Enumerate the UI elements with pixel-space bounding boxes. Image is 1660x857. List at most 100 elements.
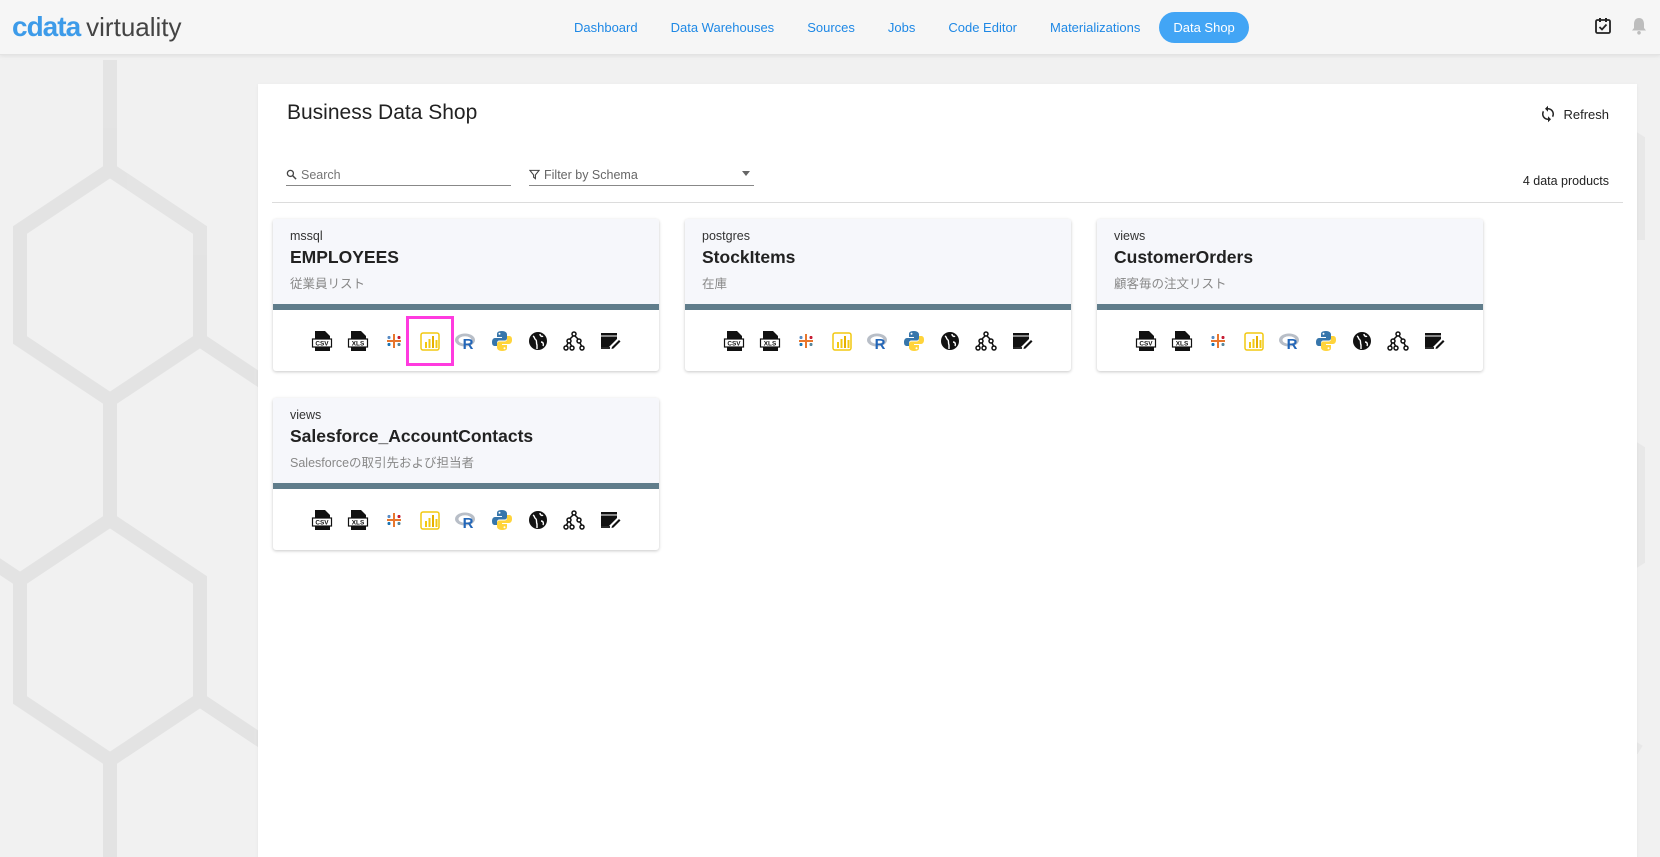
card-description: Salesforceの取引先および担当者 <box>290 456 475 470</box>
csv-export-icon[interactable]: CSV <box>716 323 752 359</box>
nav-jobs[interactable]: Jobs <box>874 12 929 43</box>
svg-text:CSV: CSV <box>315 340 329 347</box>
product-count: 4 data products <box>1522 174 1609 188</box>
notebook-edit-icon[interactable] <box>1416 323 1452 359</box>
search-icon <box>286 169 297 180</box>
web-globe-icon[interactable] <box>520 502 556 538</box>
app-logo[interactable]: cdata virtuality <box>12 11 182 42</box>
xls-export-icon[interactable]: XLS <box>340 502 376 538</box>
python-icon[interactable] <box>1308 323 1344 359</box>
r-language-icon[interactable]: R <box>860 323 896 359</box>
svg-text:R: R <box>463 336 474 351</box>
card-title: StockItems <box>702 247 796 267</box>
csv-export-icon[interactable]: CSV <box>304 502 340 538</box>
card-title: Salesforce_AccountContacts <box>290 426 534 446</box>
card-header: mssql EMPLOYEES 従業員リスト <box>273 219 659 304</box>
product-card-stockitems[interactable]: postgres StockItems 在庫 CSV XLS R <box>685 219 1071 371</box>
nav-data-warehouses[interactable]: Data Warehouses <box>657 12 789 43</box>
refresh-button[interactable]: Refresh <box>1539 105 1609 123</box>
csv-export-icon[interactable]: CSV <box>304 323 340 359</box>
web-globe-icon[interactable] <box>1344 323 1380 359</box>
tableau-icon[interactable] <box>788 323 824 359</box>
tableau-icon[interactable] <box>1200 323 1236 359</box>
top-navigation-bar: cdata virtuality Dashboard Data Warehous… <box>0 0 1660 55</box>
svg-text:R: R <box>875 336 886 351</box>
web-globe-icon[interactable] <box>932 323 968 359</box>
svg-text:CSV: CSV <box>315 519 329 526</box>
card-description: 顧客毎の注文リスト <box>1114 277 1227 291</box>
card-schema: postgres <box>702 229 750 243</box>
nav-sources[interactable]: Sources <box>793 12 869 43</box>
svg-text:XLS: XLS <box>764 340 777 347</box>
card-schema: views <box>1114 229 1146 243</box>
schema-filter-select[interactable]: Filter by Schema <box>529 164 754 186</box>
card-header: views Salesforce_AccountContacts Salesfo… <box>273 398 659 483</box>
tableau-icon[interactable] <box>376 323 412 359</box>
card-tool-icons: CSV XLS R <box>685 310 1071 371</box>
r-language-icon[interactable]: R <box>448 502 484 538</box>
page-title: Business Data Shop <box>287 101 478 124</box>
card-tool-icons: CSV XLS R <box>273 489 659 550</box>
r-language-icon[interactable]: R <box>1272 323 1308 359</box>
card-title: EMPLOYEES <box>290 247 399 267</box>
logo-cdata-text: cdata <box>12 11 81 42</box>
card-tool-icons: CSV XLS R <box>1097 310 1483 371</box>
search-field[interactable] <box>286 164 511 186</box>
powerbi-icon[interactable] <box>412 502 448 538</box>
divider <box>272 202 1623 203</box>
product-card-customerorders[interactable]: views CustomerOrders 顧客毎の注文リスト CSV XLS R <box>1097 219 1483 371</box>
r-language-icon[interactable]: R <box>448 323 484 359</box>
schema-filter-placeholder: Filter by Schema <box>544 167 638 182</box>
card-tool-icons: CSV XLS R <box>273 310 659 371</box>
notebook-edit-icon[interactable] <box>1004 323 1040 359</box>
svg-text:CSV: CSV <box>1139 340 1153 347</box>
card-header: postgres StockItems 在庫 <box>685 219 1071 304</box>
refresh-icon <box>1542 105 1555 123</box>
powerbi-icon[interactable] <box>1236 323 1272 359</box>
nav-dashboard[interactable]: Dashboard <box>560 12 652 43</box>
chevron-down-icon <box>742 171 750 176</box>
logo-virtuality-text: virtuality <box>86 11 182 42</box>
tableau-icon[interactable] <box>376 502 412 538</box>
nav-materializations[interactable]: Materializations <box>1036 12 1154 43</box>
card-schema: mssql <box>290 229 323 243</box>
hierarchy-icon[interactable] <box>556 323 592 359</box>
python-icon[interactable] <box>484 502 520 538</box>
csv-export-icon[interactable]: CSV <box>1128 323 1164 359</box>
hierarchy-icon[interactable] <box>968 323 1004 359</box>
topbar-actions <box>1578 15 1650 37</box>
hierarchy-icon[interactable] <box>556 502 592 538</box>
svg-text:CSV: CSV <box>727 340 741 347</box>
xls-export-icon[interactable]: XLS <box>1164 323 1200 359</box>
xls-export-icon[interactable]: XLS <box>340 323 376 359</box>
web-globe-icon[interactable] <box>520 323 556 359</box>
main-nav: Dashboard Data Warehouses Sources Jobs C… <box>560 10 1254 44</box>
tasks-checklist-icon[interactable] <box>1592 15 1614 37</box>
notebook-edit-icon[interactable] <box>592 502 628 538</box>
notebook-edit-icon[interactable] <box>592 323 628 359</box>
nav-code-editor[interactable]: Code Editor <box>934 12 1031 43</box>
card-title: CustomerOrders <box>1114 247 1254 267</box>
powerbi-icon[interactable] <box>406 315 454 366</box>
card-header: views CustomerOrders 顧客毎の注文リスト <box>1097 219 1483 304</box>
bell-icon[interactable] <box>1628 15 1650 37</box>
card-description: 在庫 <box>702 277 728 291</box>
svg-text:XLS: XLS <box>1176 340 1189 347</box>
python-icon[interactable] <box>484 323 520 359</box>
search-input[interactable] <box>301 167 491 182</box>
xls-export-icon[interactable]: XLS <box>752 323 788 359</box>
svg-text:XLS: XLS <box>352 519 365 526</box>
nav-data-shop[interactable]: Data Shop <box>1159 11 1249 43</box>
svg-text:R: R <box>1287 336 1298 351</box>
card-description: 従業員リスト <box>290 277 366 291</box>
filter-icon <box>529 169 540 180</box>
refresh-label: Refresh <box>1563 106 1609 122</box>
hierarchy-icon[interactable] <box>1380 323 1416 359</box>
powerbi-icon[interactable] <box>824 323 860 359</box>
card-schema: views <box>290 408 322 422</box>
data-shop-panel: Business Data Shop Refresh Filter by Sch… <box>258 84 1637 857</box>
python-icon[interactable] <box>896 323 932 359</box>
product-card-salesforce-accountcontacts[interactable]: views Salesforce_AccountContacts Salesfo… <box>273 398 659 550</box>
product-card-employees[interactable]: mssql EMPLOYEES 従業員リスト CSV XLS R <box>273 219 659 371</box>
svg-text:R: R <box>463 515 474 530</box>
